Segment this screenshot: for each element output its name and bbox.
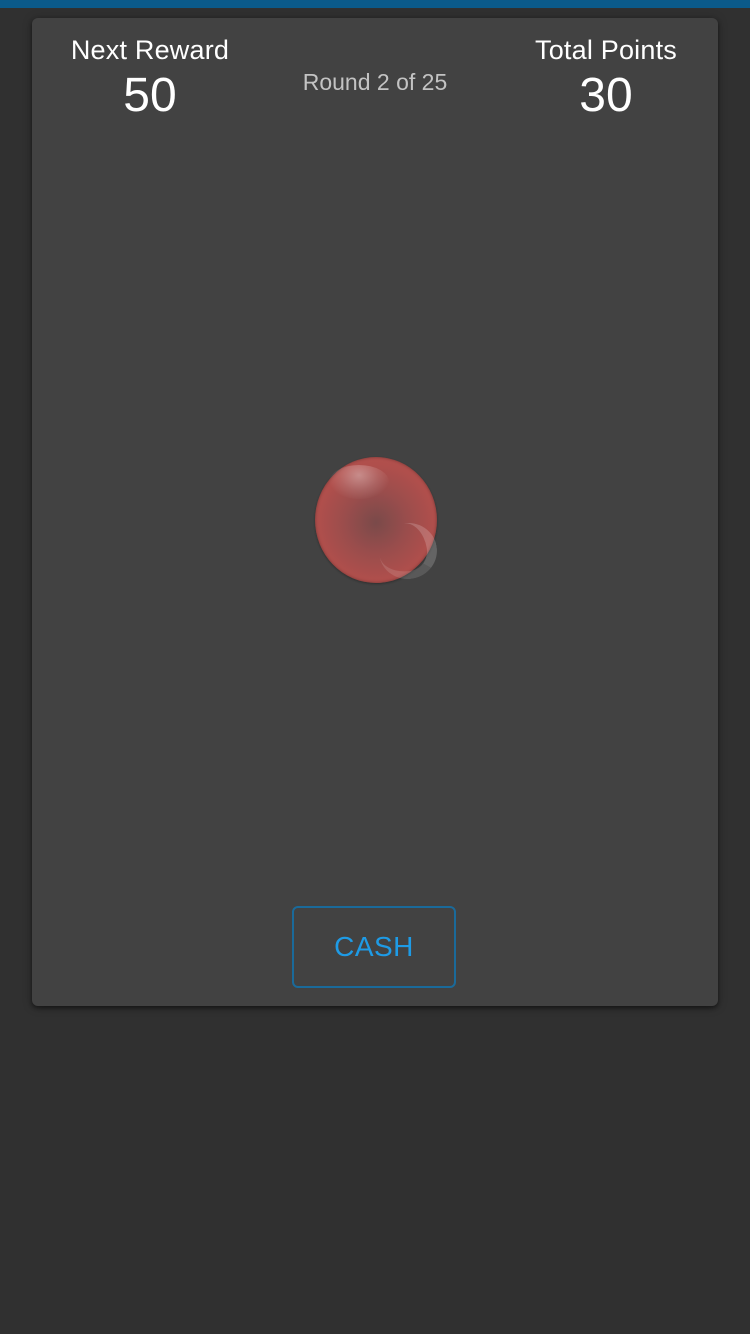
balloon-glint: [374, 518, 442, 584]
next-reward-value: 50: [123, 69, 177, 122]
balloon-shine: [329, 465, 389, 499]
cash-button[interactable]: CASH: [292, 906, 456, 988]
total-points: Total Points 30: [506, 32, 706, 126]
next-reward: Next Reward 50: [50, 32, 250, 126]
game-card: Next Reward 50 Round 2 of 25 Total Point…: [32, 18, 718, 1006]
total-points-value: 30: [579, 69, 633, 122]
balloon-icon[interactable]: [315, 457, 442, 584]
round-indicator: Round 2 of 25: [302, 69, 448, 95]
top-accent-bar: [0, 0, 750, 8]
next-reward-label: Next Reward: [70, 35, 230, 65]
total-points-label: Total Points: [535, 35, 677, 65]
